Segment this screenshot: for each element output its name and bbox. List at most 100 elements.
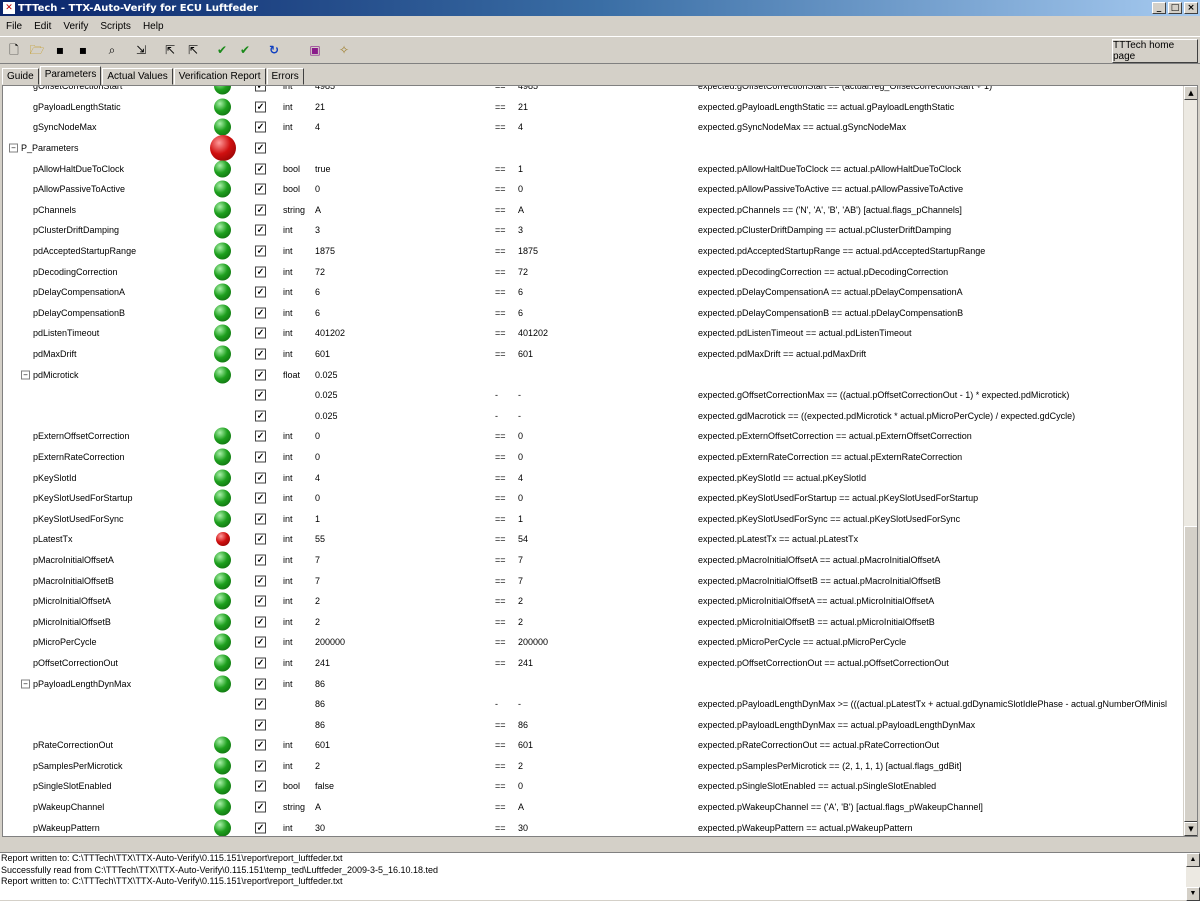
- menu-edit[interactable]: Edit: [28, 21, 57, 32]
- export2-icon[interactable]: ⇱: [183, 40, 203, 60]
- verify-checkbox[interactable]: ✓: [255, 822, 266, 834]
- table-row[interactable]: − pdMicrotick ✓ float 0.025: [3, 364, 1185, 385]
- verify-all-icon[interactable]: ✔: [235, 40, 255, 60]
- tab-verification-report[interactable]: Verification Report: [173, 68, 266, 85]
- verify-checkbox[interactable]: ✓: [255, 616, 266, 628]
- open-icon[interactable]: 🗁: [27, 40, 47, 60]
- scroll-down-icon[interactable]: ▼: [1186, 887, 1200, 901]
- table-row[interactable]: pKeySlotUsedForStartup ✓ int 0 == 0 expected.p…: [3, 488, 1185, 509]
- collapse-icon[interactable]: −: [21, 679, 30, 689]
- maximize-button[interactable]: □: [1168, 2, 1182, 14]
- table-row[interactable]: pChannels ✓ string A == Aexpected.pChannels =…: [3, 200, 1185, 221]
- menu-scripts[interactable]: Scripts: [94, 21, 137, 32]
- import-icon[interactable]: ⇲: [131, 40, 151, 60]
- verify-checkbox[interactable]: ✓: [255, 327, 266, 339]
- verify-checkbox[interactable]: ✓: [255, 801, 266, 813]
- verify-checkbox[interactable]: ✓: [255, 389, 266, 401]
- table-row[interactable]: pDecodingCorrection ✓ int 72 == 72 expected.pD…: [3, 261, 1185, 282]
- find-icon[interactable]: ⌕: [102, 40, 122, 60]
- verify-checkbox[interactable]: ✓: [255, 657, 266, 669]
- verify-checkbox[interactable]: ✓: [255, 286, 266, 298]
- menu-verify[interactable]: Verify: [57, 21, 94, 32]
- table-row[interactable]: pWakeupPattern ✓ int 30 == 30 expected.pWakeup…: [3, 817, 1185, 836]
- sub-row[interactable]: ✓ 86 == 86 expected.pPayloadLengthDynMax == …: [3, 714, 1185, 735]
- table-row[interactable]: pMicroPerCycle ✓ int 200000 == 200000 expected…: [3, 632, 1185, 653]
- table-row[interactable]: − pPayloadLengthDynMax ✓ int 86: [3, 673, 1185, 694]
- table-row[interactable]: pDelayCompensationA ✓ int 6 == 6 expected.pDel…: [3, 282, 1185, 303]
- verify-checkbox[interactable]: ✓: [255, 369, 266, 381]
- scroll-up-icon[interactable]: ▲: [1184, 86, 1197, 100]
- table-row[interactable]: gSyncNodeMax ✓ int 4 == 4 expected.gSyncNodeMa…: [3, 117, 1185, 138]
- sub-row[interactable]: ✓ 86 - - expected.pPayloadLengthDynMax >= ((…: [3, 694, 1185, 715]
- export-icon[interactable]: ⇱: [160, 40, 180, 60]
- verify-checkbox[interactable]: ✓: [255, 430, 266, 442]
- table-row[interactable]: pKeySlotId ✓ int 4 == 4 expected.pKeySlotId ==…: [3, 467, 1185, 488]
- verify-checkbox[interactable]: ✓: [255, 183, 266, 195]
- verify-checkbox[interactable]: ✓: [255, 698, 266, 710]
- verify-checkbox[interactable]: ✓: [255, 472, 266, 484]
- verify-checkbox[interactable]: ✓: [255, 554, 266, 566]
- table-row[interactable]: pSingleSlotEnabled ✓ bool false == 0 expected.…: [3, 776, 1185, 797]
- verify-checkbox[interactable]: ✓: [255, 678, 266, 690]
- sub-row[interactable]: ✓ 0.025 - - expected.gOffsetCorrectionMax ==…: [3, 385, 1185, 406]
- verify-checkbox[interactable]: ✓: [255, 410, 266, 422]
- verify-checkbox[interactable]: ✓: [255, 307, 266, 319]
- table-row[interactable]: pAllowHaltDueToClock ✓ bool true == 1 expected…: [3, 158, 1185, 179]
- save-icon[interactable]: ▪: [50, 40, 70, 60]
- collapse-icon[interactable]: −: [9, 143, 18, 153]
- log-scrollbar[interactable]: ▲ ▼: [1186, 853, 1200, 901]
- group-row[interactable]: − P_Parameters ✓: [3, 135, 1185, 162]
- verify-checkbox[interactable]: ✓: [255, 451, 266, 463]
- verify-checkbox[interactable]: ✓: [255, 348, 266, 360]
- verify-checkbox[interactable]: ✓: [255, 163, 266, 175]
- verify-checkbox[interactable]: ✓: [255, 595, 266, 607]
- scroll-down-icon[interactable]: ▼: [1184, 822, 1197, 836]
- verify-checkbox[interactable]: ✓: [255, 719, 266, 731]
- table-row[interactable]: pExternOffsetCorrection ✓ int 0 == 0 expected.…: [3, 426, 1185, 447]
- wizard-icon[interactable]: ✧: [334, 40, 354, 60]
- verify-checkbox[interactable]: ✓: [255, 121, 266, 133]
- table-row[interactable]: pdAcceptedStartupRange ✓ int 1875 == 1875 expe…: [3, 241, 1185, 262]
- table-row[interactable]: pMicroInitialOffsetA ✓ int 2 == 2 expected.pMi…: [3, 591, 1185, 612]
- homepage-button[interactable]: TTTech home page: [1112, 39, 1198, 63]
- verify-checkbox[interactable]: ✓: [255, 204, 266, 216]
- menu-file[interactable]: File: [0, 21, 28, 32]
- tab-actual-values[interactable]: Actual Values: [102, 68, 173, 85]
- save-all-icon[interactable]: ▪: [73, 40, 93, 60]
- new-icon[interactable]: 🗋: [4, 40, 24, 60]
- verify-checkbox[interactable]: ✓: [255, 533, 266, 545]
- table-row[interactable]: gPayloadLengthStatic ✓ int 21 == 21 expected.g…: [3, 97, 1185, 118]
- table-row[interactable]: pMicroInitialOffsetB ✓ int 2 == 2 expected.pMi…: [3, 611, 1185, 632]
- verify-checkbox[interactable]: ✓: [255, 266, 266, 278]
- tab-parameters[interactable]: Parameters: [39, 66, 102, 85]
- refresh-icon[interactable]: ↻: [264, 40, 284, 60]
- table-row[interactable]: pExternRateCorrection ✓ int 0 == 0 expected.pE…: [3, 447, 1185, 468]
- menu-help[interactable]: Help: [137, 21, 170, 32]
- table-row[interactable]: pAllowPassiveToActive ✓ bool 0 == 0 expected.p…: [3, 179, 1185, 200]
- tab-errors[interactable]: Errors: [266, 68, 304, 85]
- verify-checkbox[interactable]: ✓: [255, 575, 266, 587]
- verify-checkbox[interactable]: ✓: [255, 224, 266, 236]
- verify-checkbox[interactable]: ✓: [255, 86, 266, 92]
- table-row[interactable]: pMacroInitialOffsetB ✓ int 7 == 7 expected.pMa…: [3, 570, 1185, 591]
- verify-checkbox[interactable]: ✓: [255, 245, 266, 257]
- table-row[interactable]: pOffsetCorrectionOut ✓ int 241 == 241 expected…: [3, 653, 1185, 674]
- table-row[interactable]: gOffsetCorrectionStart ✓ int 4985 == 4985 expe…: [3, 86, 1185, 97]
- table-row[interactable]: pMacroInitialOffsetA ✓ int 7 == 7 expected.pMa…: [3, 550, 1185, 571]
- tab-guide[interactable]: Guide: [2, 68, 39, 85]
- verify-checkbox[interactable]: ✓: [255, 780, 266, 792]
- minimize-button[interactable]: _: [1152, 2, 1166, 14]
- verify-icon[interactable]: ✔: [212, 40, 232, 60]
- verify-checkbox[interactable]: ✓: [255, 513, 266, 525]
- verify-checkbox[interactable]: ✓: [255, 739, 266, 751]
- table-row[interactable]: pDelayCompensationB ✓ int 6 == 6 expected.pDel…: [3, 303, 1185, 324]
- verify-checkbox[interactable]: ✓: [255, 142, 266, 154]
- table-row[interactable]: pWakeupChannel ✓ string A == Aexpected.pWakeu…: [3, 797, 1185, 818]
- vertical-scrollbar[interactable]: ▲ ▼: [1183, 86, 1197, 836]
- verify-checkbox[interactable]: ✓: [255, 636, 266, 648]
- table-row[interactable]: pRateCorrectionOut ✓ int 601 == 601 expected.p…: [3, 735, 1185, 756]
- run-script-icon[interactable]: ▣: [305, 40, 325, 60]
- verify-checkbox[interactable]: ✓: [255, 101, 266, 113]
- table-row[interactable]: pKeySlotUsedForSync ✓ int 1 == 1 expected.pKey…: [3, 508, 1185, 529]
- collapse-icon[interactable]: −: [21, 370, 30, 380]
